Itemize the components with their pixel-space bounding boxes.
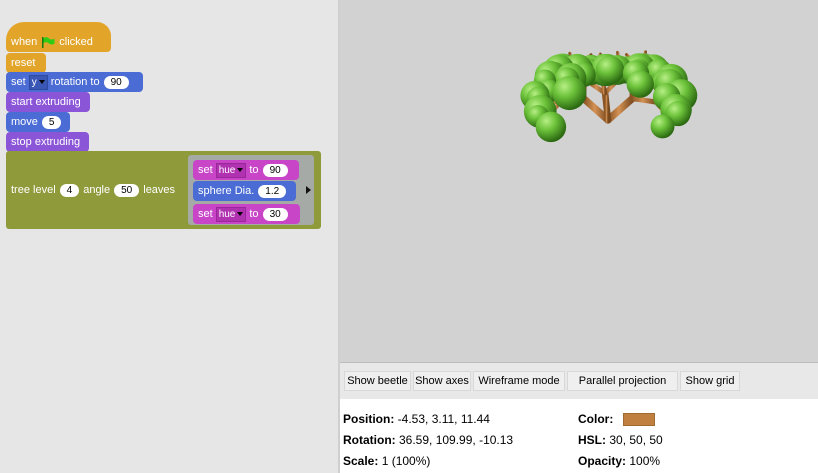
chevron-down-icon bbox=[237, 211, 244, 216]
tree-level-input[interactable]: 4 bbox=[59, 183, 80, 197]
hsl-value: 30, 50, 50 bbox=[609, 433, 663, 447]
set-hue-block-2[interactable]: set hue to 30 bbox=[193, 204, 300, 224]
show-grid-button[interactable]: Show grid bbox=[680, 371, 740, 391]
set-label: set bbox=[11, 76, 26, 88]
to-label: to bbox=[249, 208, 259, 220]
scale-row: Scale: 1 (100%) bbox=[343, 454, 430, 468]
set-hue-block-1[interactable]: set hue to 90 bbox=[193, 160, 299, 180]
color-row: Color: bbox=[578, 412, 655, 427]
when-label: when bbox=[11, 36, 38, 48]
green-flag-icon bbox=[42, 36, 55, 48]
hue-input[interactable]: 30 bbox=[262, 207, 288, 221]
tree-render bbox=[520, 50, 698, 298]
opacity-row: Opacity: 100% bbox=[578, 454, 660, 468]
position-value: -4.53, 3.11, 11.44 bbox=[397, 412, 490, 426]
axis-value: y bbox=[31, 76, 37, 88]
set-rotation-block[interactable]: set y rotation to 90 bbox=[6, 72, 143, 92]
show-axes-button[interactable]: Show axes bbox=[413, 371, 471, 391]
hue-input[interactable]: 90 bbox=[262, 163, 288, 177]
when-flag-clicked-block[interactable]: when clicked bbox=[6, 22, 111, 52]
show-beetle-button[interactable]: Show beetle bbox=[344, 371, 411, 391]
branch bbox=[601, 89, 612, 124]
3d-stage[interactable] bbox=[340, 0, 818, 363]
sphere-block[interactable]: sphere Dia. 1.2 bbox=[193, 181, 296, 201]
axis-dropdown[interactable]: y bbox=[28, 74, 48, 90]
leaf-sphere bbox=[535, 111, 567, 143]
reset-label: reset bbox=[11, 57, 36, 69]
wireframe-button[interactable]: Wireframe mode bbox=[473, 371, 565, 391]
hsl-row: HSL: 30, 50, 50 bbox=[578, 433, 663, 447]
chevron-down-icon bbox=[237, 167, 244, 172]
hue-dropdown[interactable]: hue bbox=[215, 162, 247, 178]
move-input[interactable]: 5 bbox=[41, 115, 62, 129]
set-label: set bbox=[198, 208, 213, 220]
scale-label: Scale: bbox=[343, 454, 379, 468]
leaf-sphere bbox=[552, 76, 587, 111]
expand-arrow-icon[interactable] bbox=[306, 186, 311, 194]
stop-extruding-label: stop extruding bbox=[11, 136, 81, 148]
position-label: Position: bbox=[343, 412, 395, 426]
leaf-sphere bbox=[626, 70, 654, 98]
reset-block[interactable]: reset bbox=[6, 53, 46, 73]
beetle-info-panel: Position: -4.53, 3.11, 11.44 Rotation: 3… bbox=[340, 399, 818, 473]
start-extruding-block[interactable]: start extruding bbox=[6, 92, 90, 112]
move-block[interactable]: move 5 bbox=[6, 112, 70, 132]
stage-panel: Show beetle Show axes Wireframe mode Par… bbox=[338, 0, 818, 473]
branch bbox=[604, 94, 636, 124]
rotation-label: Rotation: bbox=[343, 433, 396, 447]
opacity-label: Opacity: bbox=[578, 454, 627, 468]
leaf-sphere bbox=[650, 114, 675, 139]
clicked-label: clicked bbox=[59, 36, 93, 48]
hue-value: hue bbox=[218, 208, 236, 220]
leaves-label: leaves bbox=[143, 184, 176, 196]
tree-level-label: tree level bbox=[11, 184, 56, 196]
angle-input[interactable]: 50 bbox=[114, 183, 140, 197]
rotation-row: Rotation: 36.59, 109.99, -10.13 bbox=[343, 433, 513, 447]
sphere-dia-input[interactable]: 1.2 bbox=[258, 184, 287, 198]
leaf-sphere bbox=[595, 55, 625, 85]
chevron-down-icon bbox=[38, 79, 45, 84]
stop-extruding-block[interactable]: stop extruding bbox=[6, 132, 89, 152]
set-label: set bbox=[198, 164, 213, 176]
move-label: move bbox=[11, 116, 38, 128]
parallel-projection-button[interactable]: Parallel projection bbox=[567, 371, 678, 391]
hue-dropdown[interactable]: hue bbox=[215, 206, 247, 222]
color-swatch[interactable] bbox=[622, 413, 655, 427]
position-row: Position: -4.53, 3.11, 11.44 bbox=[343, 412, 490, 426]
scale-value: 1 (100%) bbox=[381, 454, 431, 468]
view-options-bar: Show beetle Show axes Wireframe mode Par… bbox=[340, 363, 818, 399]
hue-value: hue bbox=[218, 164, 236, 176]
rotation-to-label: rotation to bbox=[50, 76, 100, 88]
sphere-label: sphere Dia. bbox=[198, 185, 255, 197]
color-label: Color: bbox=[578, 412, 614, 426]
to-label: to bbox=[249, 164, 259, 176]
start-extruding-label: start extruding bbox=[11, 96, 81, 108]
opacity-value: 100% bbox=[629, 454, 661, 468]
rotation-value: 36.59, 109.99, -10.13 bbox=[399, 433, 514, 447]
script-area: when clicked reset set y rotation to 90 … bbox=[0, 0, 338, 473]
branch bbox=[629, 95, 658, 105]
angle-label: angle bbox=[83, 184, 111, 196]
hsl-label: HSL: bbox=[578, 433, 606, 447]
rotation-input[interactable]: 90 bbox=[103, 75, 129, 89]
